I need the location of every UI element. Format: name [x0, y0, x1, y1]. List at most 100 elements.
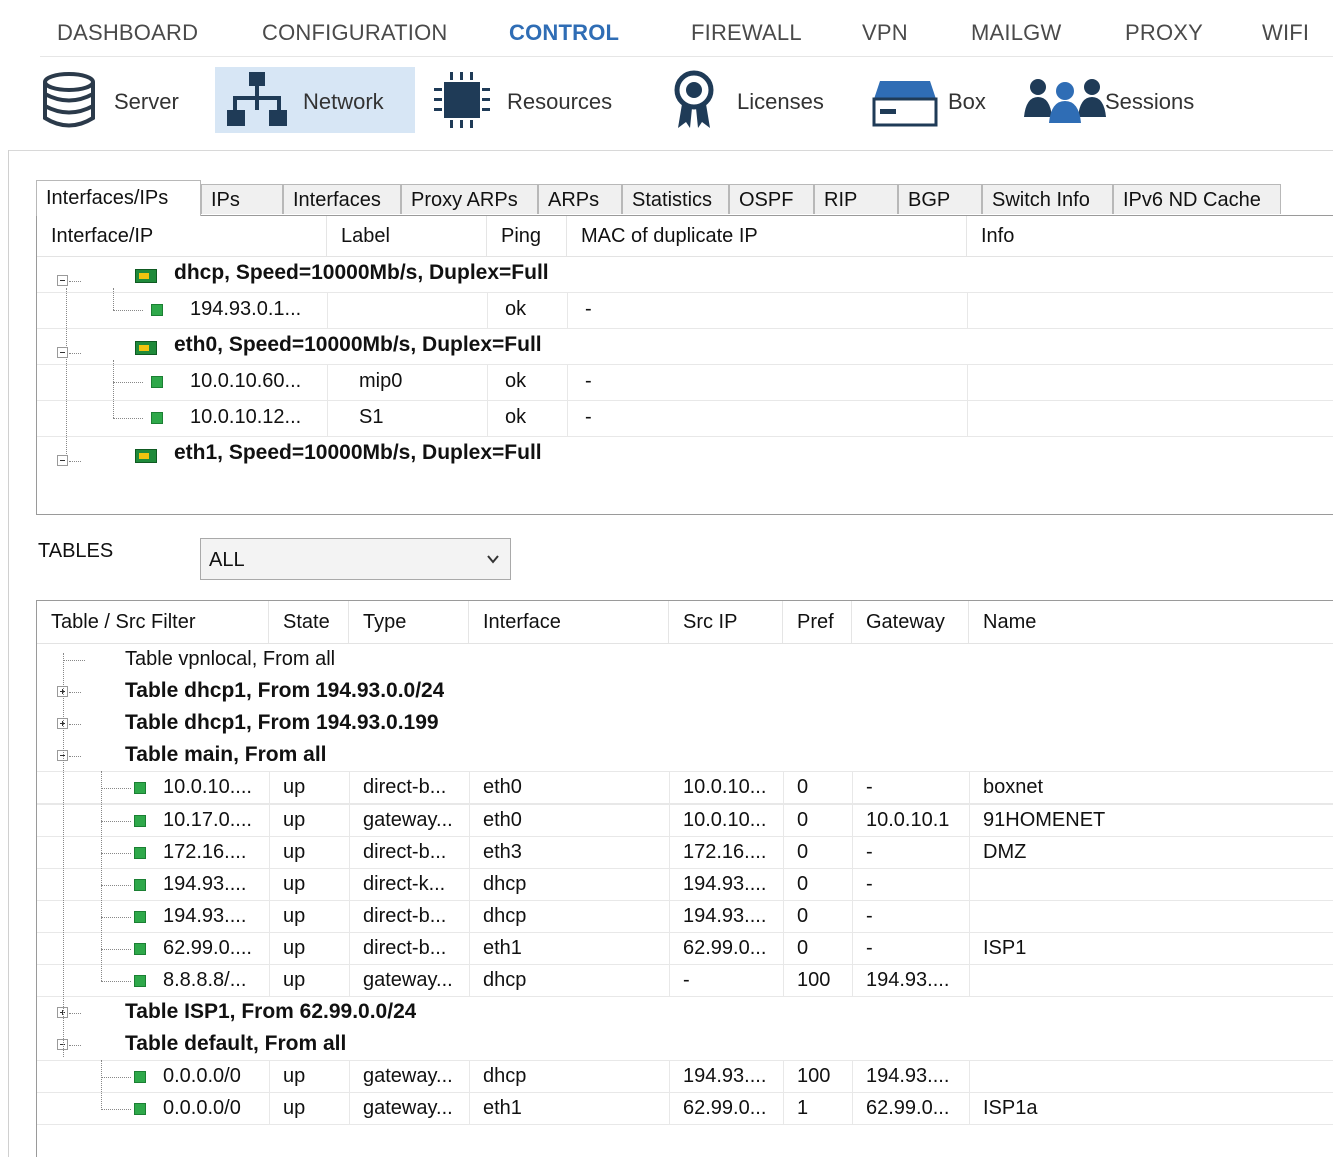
route-gateway: - [866, 776, 873, 798]
col-divider [669, 804, 670, 836]
route-pref: 100 [797, 1065, 831, 1087]
collapse-toggle[interactable] [57, 455, 68, 466]
nav-firewall[interactable]: FIREWALL [691, 20, 802, 46]
nav-configuration[interactable]: CONFIGURATION [262, 20, 448, 46]
tab-interfaces-ips[interactable]: Interfaces/IPs [36, 180, 201, 216]
tables-select[interactable]: ALL [200, 538, 511, 580]
duplicate-mac: - [585, 298, 592, 320]
route-table-group[interactable]: Table dhcp1, From 194.93.0.0/24 [37, 675, 1333, 707]
interfaces-ip-grid[interactable]: Interface/IP Label Ping MAC of duplicate… [36, 215, 1333, 515]
routing-table-grid[interactable]: Table / Src Filter State Type Interface … [36, 600, 1333, 1157]
route-pref: 100 [797, 969, 831, 991]
route-row[interactable]: 0.0.0.0/0 up gateway... eth1 62.99.0... 1 62.9… [37, 1092, 1333, 1125]
toolbar-sessions-label: Sessions [1105, 89, 1195, 114]
route-table-title: Table dhcp1, From 194.93.0.0/24 [125, 679, 445, 702]
tree-connector [113, 310, 143, 311]
col-divider [967, 292, 968, 328]
route-row[interactable]: 0.0.0.0/0 up gateway... dhcp 194.93.... 100 19… [37, 1060, 1333, 1093]
row-divider [37, 400, 1333, 401]
route-row[interactable]: 172.16.... up direct-b... eth3 172.16.... 0 - D… [37, 836, 1333, 869]
tab-interfaces[interactable]: Interfaces [283, 184, 401, 214]
tab-rip[interactable]: RIP [814, 184, 898, 214]
nav-dashboard[interactable]: DASHBOARD [57, 20, 198, 46]
route-pref: 0 [797, 841, 809, 863]
tab-proxy-arps[interactable]: Proxy ARPs [401, 184, 538, 214]
column-info[interactable]: Info [967, 216, 1333, 256]
route-pref: 0 [797, 873, 809, 895]
nav-control[interactable]: CONTROL [509, 20, 619, 46]
nav-mailgw[interactable]: MAILGW [971, 20, 1061, 46]
toolbar-network-button[interactable]: Network [215, 67, 415, 133]
toolbar-licenses-button[interactable]: Licenses [668, 67, 843, 133]
ip-row[interactable]: 194.93.0.1... ok - [37, 292, 1333, 328]
route-row[interactable]: 8.8.8.8/... up gateway... dhcp - 100 194.93...… [37, 964, 1333, 997]
interface-row-eth1[interactable]: eth1, Speed=10000Mb/s, Duplex=Full [37, 436, 1333, 472]
column-interface[interactable]: Interface [469, 601, 669, 643]
column-table-src-filter[interactable]: Table / Src Filter [37, 601, 269, 643]
route-table-group[interactable]: Table ISP1, From 62.99.0.0/24 [37, 996, 1333, 1028]
route-table-group[interactable]: Table vpnlocal, From all [37, 643, 1333, 675]
route-interface: eth3 [483, 841, 522, 863]
column-src-ip[interactable]: Src IP [669, 601, 783, 643]
col-divider [852, 900, 853, 932]
col-divider [269, 804, 270, 836]
col-divider [783, 932, 784, 964]
route-gateway: 194.93.... [866, 1065, 950, 1087]
route-row[interactable]: 10.17.0.... up gateway... eth0 10.0.10... 0 10… [37, 804, 1333, 837]
collapse-toggle[interactable] [57, 347, 68, 358]
row-divider [37, 836, 1333, 837]
route-name: ISP1 [983, 937, 1027, 959]
route-type: direct-b... [363, 937, 447, 959]
tab-ospf[interactable]: OSPF [729, 184, 814, 214]
nav-proxy[interactable]: PROXY [1125, 20, 1203, 46]
tab-ipv6-nd-cache[interactable]: IPv6 ND Cache [1113, 184, 1281, 214]
toolbar-resources-button[interactable]: Resources [428, 67, 633, 133]
tab-arps[interactable]: ARPs [538, 184, 622, 214]
status-up-icon [134, 847, 146, 859]
tab-switch-info[interactable]: Switch Info [982, 184, 1113, 214]
nav-vpn[interactable]: VPN [862, 20, 908, 46]
route-table-group[interactable]: Table default, From all [37, 1028, 1333, 1060]
route-pref: 0 [797, 937, 809, 959]
column-type[interactable]: Type [349, 601, 469, 643]
route-table-group[interactable]: Table main, From all [37, 739, 1333, 771]
route-gateway: 194.93.... [866, 969, 950, 991]
toolbar-server-button[interactable]: Server [36, 67, 206, 133]
route-table-group[interactable]: Table dhcp1, From 194.93.0.199 [37, 707, 1333, 739]
column-label[interactable]: Label [327, 216, 487, 256]
ip-row[interactable]: 10.0.10.60... mip0 ok - [37, 364, 1333, 400]
col-divider [349, 900, 350, 932]
nav-wifi[interactable]: WIFI [1262, 20, 1309, 46]
column-gateway[interactable]: Gateway [852, 601, 969, 643]
col-divider [669, 900, 670, 932]
tree-connector [69, 692, 81, 693]
column-interface-ip[interactable]: Interface/IP [37, 216, 327, 256]
status-up-icon [134, 943, 146, 955]
route-row[interactable]: 194.93.... up direct-b... dhcp 194.93.... 0 - [37, 900, 1333, 933]
tab-bgp[interactable]: BGP [898, 184, 982, 214]
column-state[interactable]: State [269, 601, 349, 643]
column-pref[interactable]: Pref [783, 601, 852, 643]
column-name[interactable]: Name [969, 601, 1333, 643]
column-ping[interactable]: Ping [487, 216, 567, 256]
toolbar-box-button[interactable]: Box [870, 67, 995, 133]
route-gateway: 62.99.0... [866, 1097, 950, 1119]
tree-connector [113, 418, 143, 419]
col-divider [783, 804, 784, 836]
route-row[interactable]: 194.93.... up direct-k... dhcp 194.93.... 0 - [37, 868, 1333, 901]
status-up-icon [134, 975, 146, 987]
tab-statistics[interactable]: Statistics [622, 184, 729, 214]
ip-address: 194.93.0.1... [190, 298, 302, 320]
tree-connector [101, 917, 131, 918]
route-row[interactable]: 62.99.0.... up direct-b... eth1 62.99.0... 0 -… [37, 932, 1333, 965]
tab-ips[interactable]: IPs [201, 184, 283, 214]
col-divider [269, 1092, 270, 1124]
interface-row-dhcp[interactable]: dhcp, Speed=10000Mb/s, Duplex=Full [37, 256, 1333, 292]
ip-row[interactable]: 10.0.10.12... S1 ok - [37, 400, 1333, 436]
toolbar-server-label: Server [114, 89, 179, 114]
collapse-toggle[interactable] [57, 275, 68, 286]
column-mac-duplicate[interactable]: MAC of duplicate IP [567, 216, 967, 256]
interface-row-eth0[interactable]: eth0, Speed=10000Mb/s, Duplex=Full [37, 328, 1333, 364]
route-row[interactable]: 10.0.10.... up direct-b... eth0 10.0.10... 0 -… [37, 771, 1333, 804]
toolbar-sessions-button[interactable]: Sessions [1022, 67, 1212, 133]
